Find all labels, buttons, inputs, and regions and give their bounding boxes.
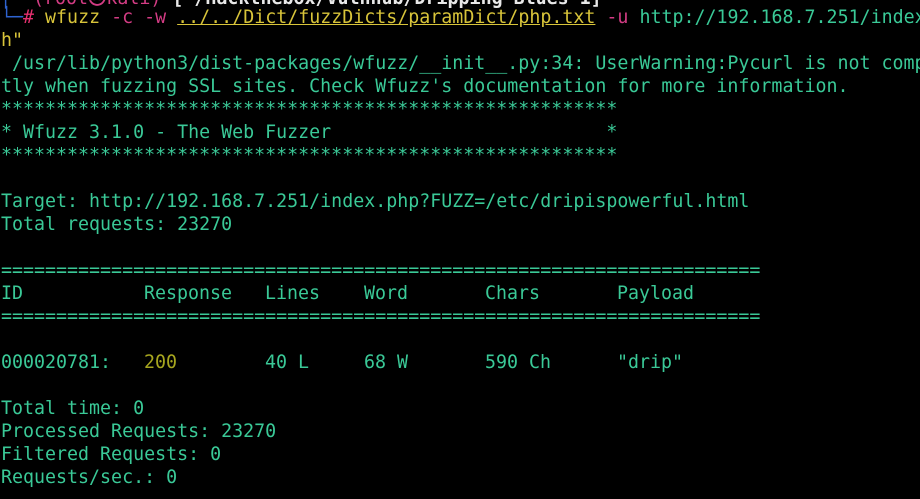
header-response: Response [144,283,233,304]
requests-per-sec: Requests/sec.: 0 [1,467,178,488]
table-row: 000020781: 200 40 L 68 W 590 Ch "drip" [1,351,901,374]
row-words: 68 W [364,352,409,373]
command-line: └─# wfuzz -c -w ../../Dict/fuzzDicts/par… [1,6,920,29]
row-chars: 590 Ch [485,352,552,373]
table-header: ID Response Lines Word Chars Payload [1,282,901,305]
header-word: Word [364,283,409,304]
filtered-requests: Filtered Requests: 0 [1,444,222,465]
header-lines: Lines [265,283,321,304]
banner-title: * Wfuzz 3.1.0 - The Web Fuzzer * [1,122,618,143]
warning-line-1: /usr/lib/python3/dist-packages/wfuzz/__i… [1,53,920,74]
row-id: 000020781: [1,352,112,373]
prompt-hash: # [23,7,35,28]
command-program: wfuzz [45,7,101,28]
header-payload: Payload [617,283,695,304]
banner-stars-bottom: ****************************************… [1,145,618,166]
table-separator-top: ========================================… [1,260,761,281]
warning-line-2: tly when fuzzing SSL sites. Check Wfuzz'… [1,76,849,97]
command-option-u: -u [606,7,629,28]
banner-stars-top: ****************************************… [1,99,618,120]
terminal-window[interactable]: ┌──(root㉿kali)-[~/Hackthebox/Vulnhub/Dri… [0,0,920,499]
row-response-code: 200 [144,352,178,373]
command-url: http://192.168.7.251/index [639,7,920,28]
total-requests: Total requests: 23270 [1,214,233,235]
header-id: ID [1,283,24,304]
processed-requests: Processed Requests: 23270 [1,421,277,442]
command-option-c: -c [111,7,134,28]
command-option-w: -w [144,7,167,28]
header-chars: Chars [485,283,541,304]
target-url: Target: http://192.168.7.251/index.php?F… [1,191,750,212]
prompt-corner: └─ [1,7,24,28]
total-time: Total time: 0 [1,398,145,419]
table-separator-bottom: ========================================… [1,306,761,327]
row-lines: 40 L [265,352,310,373]
command-line-wrap: h" [1,30,24,51]
wordlist-path[interactable]: ../../Dict/fuzzDicts/paramDict/php.txt [177,7,595,28]
row-payload: "drip" [617,352,684,373]
